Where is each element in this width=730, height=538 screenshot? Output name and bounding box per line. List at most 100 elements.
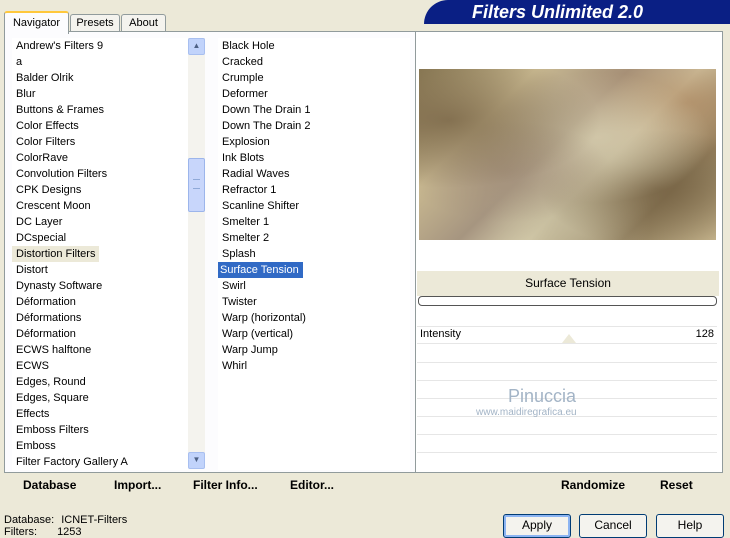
tab-presets[interactable]: Presets: [70, 14, 120, 32]
randomize-button[interactable]: Randomize: [561, 478, 625, 492]
category-item-label: Déformation: [16, 328, 76, 340]
category-item[interactable]: DC Layer: [12, 214, 188, 230]
category-item[interactable]: Edges, Square: [12, 390, 188, 406]
status-database-value: ICNET-Filters: [61, 514, 128, 526]
app-title: Filters Unlimited 2.0: [472, 2, 644, 22]
filter-item-label: Radial Waves: [222, 168, 290, 180]
filter-list[interactable]: Black Hole Cracked Crumple Deformer Down The…: [218, 38, 410, 470]
category-item[interactable]: Distort: [12, 262, 188, 278]
filter-info-button[interactable]: Filter Info...: [193, 478, 258, 492]
filter-item[interactable]: Down The Drain 1: [218, 102, 410, 118]
tab-about[interactable]: About: [121, 14, 166, 32]
category-item[interactable]: Effects: [12, 406, 188, 422]
database-button[interactable]: Database: [23, 478, 76, 492]
category-item-label: Color Effects: [16, 120, 79, 132]
watermark-url: www.maidiregrafica.eu: [476, 407, 577, 418]
category-item-label: Balder Olrik: [16, 72, 74, 84]
filter-item-label: Warp (horizontal): [222, 312, 306, 324]
category-item-label: Emboss Filters: [16, 424, 89, 436]
category-item[interactable]: Distortion Filters: [12, 246, 188, 262]
category-item[interactable]: Buttons & Frames: [12, 102, 188, 118]
category-item[interactable]: CPK Designs: [12, 182, 188, 198]
filter-item[interactable]: Scanline Shifter: [218, 198, 410, 214]
category-item[interactable]: Color Effects: [12, 118, 188, 134]
category-item-label: Convolution Filters: [16, 168, 108, 180]
category-item-label: ECWS: [16, 360, 49, 372]
filter-item[interactable]: Warp (horizontal): [218, 310, 410, 326]
filter-item-label: Smelter 1: [222, 216, 270, 228]
status-database-label: Database:: [4, 514, 55, 526]
category-item[interactable]: ColorRave: [12, 150, 188, 166]
watermark-name: Pinuccia: [508, 386, 577, 406]
category-item-label: Emboss: [16, 440, 56, 452]
category-item-label: DCspecial: [16, 232, 67, 244]
scroll-down-icon[interactable]: ▼: [188, 452, 205, 469]
category-item-label: Blur: [16, 88, 36, 100]
category-item[interactable]: Déformations: [12, 310, 188, 326]
category-scrollbar[interactable]: ▲ ▼: [188, 38, 205, 469]
filter-item[interactable]: Whirl: [218, 358, 410, 374]
category-list[interactable]: Andrew's Filters 9 a Balder Olrik Blur Butto…: [12, 38, 188, 470]
reset-button[interactable]: Reset: [660, 478, 693, 492]
scroll-thumb[interactable]: [188, 158, 205, 212]
help-button[interactable]: Help: [656, 514, 724, 538]
category-item-label: ECWS halftone: [16, 344, 92, 356]
category-item[interactable]: ECWS halftone: [12, 342, 188, 358]
filter-item-label: Surface Tension: [218, 262, 303, 278]
filter-item-label: Twister: [222, 296, 257, 308]
filter-item-label: Cracked: [222, 56, 263, 68]
category-item-label: Distortion Filters: [12, 246, 100, 262]
filter-item[interactable]: Warp Jump: [218, 342, 410, 358]
cancel-button[interactable]: Cancel: [579, 514, 647, 538]
filter-item-label: Scanline Shifter: [222, 200, 300, 212]
category-item[interactable]: Convolution Filters: [12, 166, 188, 182]
filter-item[interactable]: Refractor 1: [218, 182, 410, 198]
filter-item[interactable]: Down The Drain 2: [218, 118, 410, 134]
scroll-up-icon[interactable]: ▲: [188, 38, 205, 55]
category-item[interactable]: Edges, Round: [12, 374, 188, 390]
param-divider: [417, 380, 717, 381]
status-database: Database: ICNET-Filters: [4, 514, 127, 526]
category-item[interactable]: Dynasty Software: [12, 278, 188, 294]
category-item-label: CPK Designs: [16, 184, 82, 196]
category-item-label: Effects: [16, 408, 50, 420]
preview-filter-name: Surface Tension: [417, 271, 719, 296]
filter-item[interactable]: Smelter 1: [218, 214, 410, 230]
filter-item[interactable]: Twister: [218, 294, 410, 310]
category-item[interactable]: Déformation: [12, 326, 188, 342]
filter-item[interactable]: Crumple: [218, 70, 410, 86]
param-divider: [417, 452, 717, 453]
filter-item[interactable]: Deformer: [218, 86, 410, 102]
category-item-label: Distort: [16, 264, 48, 276]
category-item-label: ColorRave: [16, 152, 68, 164]
category-item[interactable]: Color Filters: [12, 134, 188, 150]
tab-navigator[interactable]: Navigator: [4, 11, 69, 34]
filter-item[interactable]: Cracked: [218, 54, 410, 70]
filter-item[interactable]: Black Hole: [218, 38, 410, 54]
category-item[interactable]: Balder Olrik: [12, 70, 188, 86]
category-item[interactable]: Blur: [12, 86, 188, 102]
category-item[interactable]: Crescent Moon: [12, 198, 188, 214]
category-item[interactable]: Emboss: [12, 438, 188, 454]
filter-item[interactable]: Surface Tension: [218, 262, 410, 278]
apply-button[interactable]: Apply: [503, 514, 571, 538]
category-item[interactable]: DCspecial: [12, 230, 188, 246]
category-item[interactable]: Emboss Filters: [12, 422, 188, 438]
import-button[interactable]: Import...: [114, 478, 161, 492]
category-item[interactable]: Déformation: [12, 294, 188, 310]
slider-thumb-icon[interactable]: [562, 334, 576, 343]
filter-item[interactable]: Ink Blots: [218, 150, 410, 166]
filter-item[interactable]: Smelter 2: [218, 230, 410, 246]
category-item[interactable]: Filter Factory Gallery A: [12, 454, 188, 470]
editor-button[interactable]: Editor...: [290, 478, 334, 492]
filter-item[interactable]: Radial Waves: [218, 166, 410, 182]
filter-item[interactable]: Swirl: [218, 278, 410, 294]
filter-item[interactable]: Warp (vertical): [218, 326, 410, 342]
filter-item[interactable]: Splash: [218, 246, 410, 262]
category-item[interactable]: Andrew's Filters 9: [12, 38, 188, 54]
category-item[interactable]: ECWS: [12, 358, 188, 374]
filter-item[interactable]: Explosion: [218, 134, 410, 150]
category-item[interactable]: a: [12, 54, 188, 70]
filter-item-label: Down The Drain 1: [222, 104, 311, 116]
filter-item-label: Smelter 2: [222, 232, 270, 244]
